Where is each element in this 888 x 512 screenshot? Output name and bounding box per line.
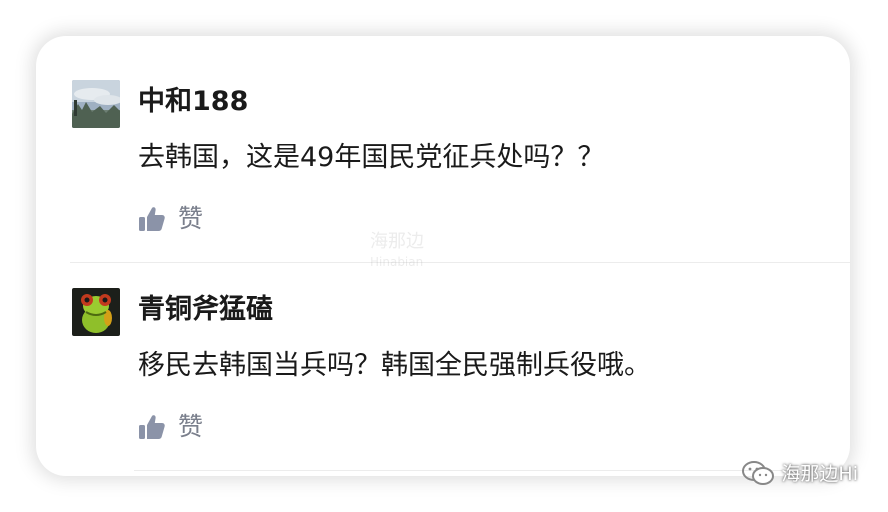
- comment-text: 移民去韩国当兵吗？韩国全民强制兵役哦。: [138, 350, 651, 381]
- like-label: 赞: [178, 204, 204, 233]
- like-button[interactable]: 赞: [138, 202, 203, 236]
- landscape-avatar-image: [72, 80, 120, 128]
- username[interactable]: 中和188: [138, 84, 248, 120]
- corner-watermark: 海那边Hi: [741, 459, 858, 486]
- comments-card: 中和188 去韩国，这是49年国民党征兵处吗？？ 赞 海那边 Hinabian: [36, 36, 850, 476]
- center-watermark: 海那边 Hinabian: [370, 232, 424, 272]
- watermark-main: 海那边: [370, 231, 424, 252]
- frog-avatar-image: [72, 288, 120, 336]
- corner-watermark-text: 海那边Hi: [781, 463, 858, 485]
- divider: [70, 262, 850, 263]
- comment-text: 去韩国，这是49年国民党征兵处吗？？: [138, 142, 605, 173]
- thumbs-up-icon: [139, 415, 165, 439]
- avatar[interactable]: [72, 288, 120, 336]
- screenshot-stage: 中和188 去韩国，这是49年国民党征兵处吗？？ 赞 海那边 Hinabian: [0, 0, 888, 512]
- thumbs-up-icon: [139, 207, 165, 231]
- like-label: 赞: [178, 412, 204, 441]
- wechat-icon: [742, 460, 775, 485]
- username[interactable]: 青铜斧猛磕: [138, 292, 273, 328]
- like-button[interactable]: 赞: [138, 410, 203, 444]
- avatar[interactable]: [72, 80, 120, 128]
